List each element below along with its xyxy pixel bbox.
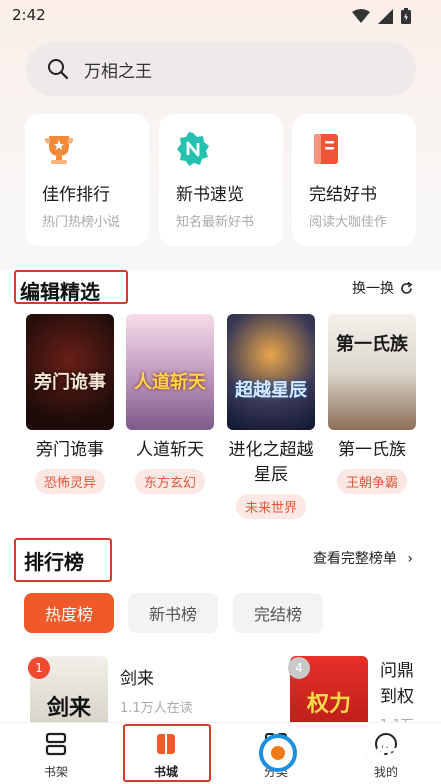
- status-icons: [352, 8, 411, 24]
- battery-icon: [401, 8, 411, 24]
- genre-tag[interactable]: 未来世界: [235, 494, 306, 519]
- highlight-box: [14, 270, 128, 304]
- book-card[interactable]: 人道斩天 人道斩天 东方玄幻: [126, 314, 214, 494]
- genre-tag[interactable]: 东方玄幻: [134, 469, 205, 494]
- refresh-label: 换一换: [352, 281, 394, 297]
- bookshelf-icon: [45, 732, 67, 756]
- feature-card-top-works[interactable]: 佳作排行 热门热榜小说: [25, 114, 149, 246]
- genre-tag[interactable]: 恐怖灵异: [34, 469, 105, 494]
- cover-title: 旁门诡事: [34, 372, 106, 393]
- feature-card-new-books[interactable]: 新书速览 知名最新好书: [159, 114, 283, 246]
- book-title: 旁门诡事: [36, 440, 104, 460]
- feature-subtitle: 阅读大咖佳作: [309, 215, 388, 230]
- cover-title: 第一氏族: [336, 334, 408, 355]
- tab-new[interactable]: 新书榜: [128, 593, 218, 633]
- wifi-icon: [352, 9, 370, 23]
- cover-title: 人道斩天: [134, 372, 206, 393]
- book-cover: 旁门诡事: [26, 314, 114, 430]
- feature-subtitle: 热门热榜小说: [42, 215, 121, 230]
- ranked-book-title[interactable]: 问鼎到权: [380, 658, 420, 710]
- book-card[interactable]: 超越星辰 进化之超越星辰 未来世界: [227, 314, 315, 519]
- highlight-box: [123, 724, 211, 782]
- tab-completed[interactable]: 完结榜: [233, 593, 323, 633]
- book-card[interactable]: 旁门诡事 旁门诡事 恐怖灵异: [26, 314, 114, 494]
- refresh-button[interactable]: 换一换: [352, 278, 413, 298]
- book-title: 进化之超越星辰: [228, 440, 314, 485]
- status-time: 2:42: [12, 6, 46, 24]
- trophy-icon: [45, 136, 73, 164]
- view-all-ranking-link[interactable]: 查看完整榜单 ›: [313, 548, 413, 568]
- tab-hot[interactable]: 热度榜: [24, 593, 114, 633]
- cover-title: 剑来: [46, 696, 91, 721]
- signal-icon: [378, 8, 393, 24]
- rank-badge: 4: [288, 657, 310, 679]
- site-watermark: 西西软件园: [258, 730, 438, 776]
- book-title: 人道斩天: [136, 440, 204, 460]
- feature-card-completed[interactable]: 完结好书 阅读大咖佳作: [292, 114, 416, 246]
- status-bar: 2:42: [0, 0, 441, 32]
- feature-title: 新书速览: [176, 185, 244, 205]
- cover-title: 超越星辰: [235, 380, 307, 401]
- new-badge-icon: [177, 132, 209, 166]
- watermark-logo-icon: [259, 734, 297, 772]
- rank-badge: 1: [28, 657, 50, 679]
- book-title: 第一氏族: [338, 440, 406, 460]
- feature-subtitle: 知名最新好书: [176, 215, 255, 230]
- book-cover: 第一氏族: [328, 314, 416, 430]
- book-icon: [314, 134, 338, 164]
- watermark-text: 西西软件园: [302, 741, 423, 770]
- book-card[interactable]: 第一氏族 第一氏族 王朝争霸: [328, 314, 416, 494]
- search-input[interactable]: 万相之王: [84, 57, 152, 82]
- view-all-label: 查看完整榜单: [312, 551, 397, 567]
- highlight-box: [14, 538, 112, 582]
- chevron-right-icon: ›: [407, 551, 413, 567]
- nav-label: 书架: [43, 765, 68, 779]
- ranked-book-title[interactable]: 剑来: [120, 664, 154, 689]
- book-cover: 人道斩天: [126, 314, 214, 430]
- book-cover: 超越星辰: [227, 314, 315, 430]
- nav-bookshelf[interactable]: 书架: [16, 723, 96, 784]
- search-icon: [48, 59, 69, 80]
- cover-title: 权力: [306, 692, 351, 717]
- feature-title: 佳作排行: [42, 185, 110, 205]
- genre-tag[interactable]: 王朝争霸: [336, 469, 407, 494]
- refresh-icon: [401, 281, 413, 294]
- search-bar[interactable]: 万相之王: [26, 42, 416, 96]
- feature-title: 完结好书: [309, 185, 377, 205]
- ranked-book-readers: 1.1万人在读: [120, 701, 193, 716]
